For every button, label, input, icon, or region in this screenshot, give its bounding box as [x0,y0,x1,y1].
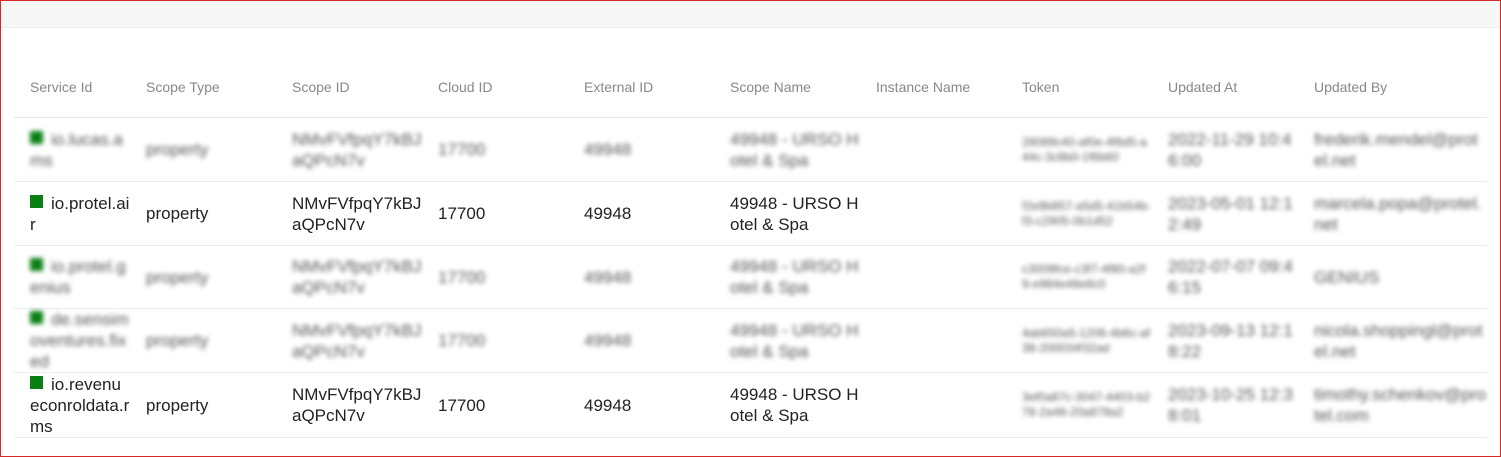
service-id: io.revenueconroldata.rms [30,374,130,436]
cell-scope-name: 49948 - URSO Hotel & Spa [714,245,860,309]
services-table: Service Id Scope Type Scope ID Cloud ID … [14,56,1487,438]
cell-cloud-id: 17700 [422,245,568,309]
service-id: io.lucas.ams [30,129,123,170]
service-id: io.protel.air [30,193,130,234]
cell-scope-id: NMvFVfpqY7kBJaQPcN7v [276,117,422,182]
cell-cloud-id: 17700 [422,308,568,373]
cell-service-id: io.protel.air [14,181,130,246]
table-row[interactable]: io.protel.air property NMvFVfpqY7kBJaQPc… [14,181,1487,246]
cell-service-id: io.protel.genius [14,245,130,309]
cell-service-id: io.revenueconroldata.rms [14,372,130,438]
cell-token: 4ab650a5-1206-4b6c-af38-200034f32ad [1006,308,1152,373]
cell-instance-name [860,308,1006,373]
table-row[interactable]: de.sensimoventures.fixed property NMvFVf… [14,308,1487,373]
column-header-scope-type[interactable]: Scope Type [130,56,276,118]
cell-updated-by: GENIUS [1298,245,1487,309]
cell-token: f2e9b857-a5d5-41b54b-f3-c2905-0b1d52 [1006,181,1152,246]
status-square-icon [30,194,43,208]
cell-updated-at: 2022-07-07 09:46:15 [1152,245,1298,309]
table-row[interactable]: io.protel.genius property NMvFVfpqY7kBJa… [14,245,1487,309]
status-square-icon [30,258,43,271]
cell-instance-name [860,181,1006,246]
cell-external-id: 49948 [568,245,714,309]
table-header-row: Service Id Scope Type Scope ID Cloud ID … [14,56,1487,118]
cell-updated-at: 2023-05-01 12:12:49 [1152,181,1298,246]
cell-updated-by: timothy.schenkov@protel.com [1298,372,1487,438]
cell-updated-at: 2022-11-29 10:46:00 [1152,117,1298,182]
service-id: io.protel.genius [30,257,126,297]
table-row[interactable]: io.lucas.ams property NMvFVfpqY7kBJaQPcN… [14,117,1487,182]
cell-instance-name [860,117,1006,182]
cell-scope-id: NMvFVfpqY7kBJaQPcN7v [276,372,422,438]
cell-external-id: 49948 [568,181,714,246]
cell-service-id: io.lucas.ams [14,117,130,182]
cell-scope-name: 49948 - URSO Hotel & Spa [714,308,860,373]
cell-updated-by: marcela.popa@protel.net [1298,181,1487,246]
cell-updated-by: frederik.mendel@protel.net [1298,117,1487,182]
status-square-icon [30,311,43,324]
top-toolbar-strip [1,1,1500,28]
cell-updated-by: nicola.shoppingl@protel.net [1298,308,1487,373]
column-header-instance-name[interactable]: Instance Name [860,56,1006,118]
cell-instance-name [860,372,1006,438]
cell-external-id: 49948 [568,308,714,373]
column-header-scope-id[interactable]: Scope ID [276,56,422,118]
cell-external-id: 49948 [568,117,714,182]
status-square-icon [30,375,43,389]
cell-token: c3009fce-c3f7-4f80-a2f9-e984e48e8c0 [1006,245,1152,309]
cell-token: 28089c40-af0e-4f6d5-a44c-3c8b0-1f6b60 [1006,117,1152,182]
cell-scope-type: property [130,181,276,246]
column-header-token[interactable]: Token [1006,56,1152,118]
column-header-cloud-id[interactable]: Cloud ID [422,56,568,118]
cell-cloud-id: 17700 [422,117,568,182]
cell-external-id: 49948 [568,372,714,438]
cell-updated-at: 2023-09-13 12:18:22 [1152,308,1298,373]
cell-scope-type: property [130,245,276,309]
cell-cloud-id: 17700 [422,372,568,438]
cell-scope-name: 49948 - URSO Hotel & Spa [714,372,860,438]
cell-scope-type: property [130,117,276,182]
cell-scope-id: NMvFVfpqY7kBJaQPcN7v [276,308,422,373]
service-id: de.sensimoventures.fixed [30,310,129,371]
cell-scope-type: property [130,308,276,373]
cell-scope-id: NMvFVfpqY7kBJaQPcN7v [276,245,422,309]
cell-scope-name: 49948 - URSO Hotel & Spa [714,117,860,182]
column-header-service-id[interactable]: Service Id [14,56,130,118]
column-header-external-id[interactable]: External ID [568,56,714,118]
cell-scope-name: 49948 - URSO Hotel & Spa [714,181,860,246]
table-row[interactable]: io.revenueconroldata.rms property NMvFVf… [14,372,1487,438]
cell-service-id: de.sensimoventures.fixed [14,308,130,373]
cell-scope-type: property [130,372,276,438]
column-header-updated-at[interactable]: Updated At [1152,56,1298,118]
cell-token: 3ef0a87c-3047-4403-b278-2a48-20a878a2 [1006,372,1152,438]
cell-scope-id: NMvFVfpqY7kBJaQPcN7v [276,181,422,246]
cell-instance-name [860,245,1006,309]
cell-cloud-id: 17700 [422,181,568,246]
column-header-updated-by[interactable]: Updated By [1298,56,1487,118]
status-square-icon [30,130,43,144]
column-header-scope-name[interactable]: Scope Name [714,56,860,118]
cell-updated-at: 2023-10-25 12:38:01 [1152,372,1298,438]
